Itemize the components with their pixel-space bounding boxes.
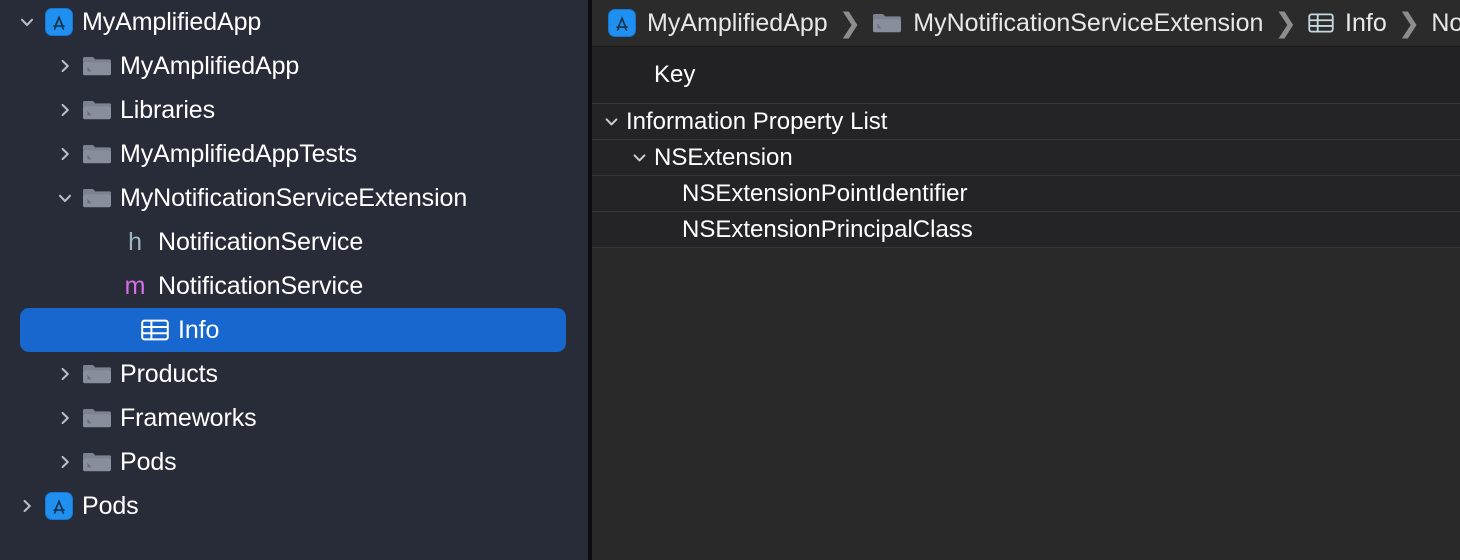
project-navigator-list[interactable]: MyAmplifiedApp MyAmplifiedApp Libraries MyA… bbox=[0, 0, 588, 528]
folder-icon bbox=[82, 54, 112, 78]
breadcrumb-item-label: Info bbox=[1345, 8, 1387, 37]
folder-icon bbox=[82, 142, 112, 166]
navigator-item-label: Info bbox=[178, 315, 220, 344]
breadcrumb-item-no-selectio[interactable]: No Selectio bbox=[1431, 9, 1460, 38]
navigator-item-notificationservice[interactable]: m NotificationService bbox=[0, 264, 588, 308]
folder-icon bbox=[872, 11, 902, 35]
app-store-icon bbox=[45, 8, 73, 36]
breadcrumb-item-label: No Selectio bbox=[1431, 8, 1460, 37]
navigator-item-myamplifiedapp[interactable]: MyAmplifiedApp bbox=[0, 0, 588, 44]
chevron-right-icon[interactable] bbox=[52, 365, 78, 383]
navigator-item-icon bbox=[78, 450, 116, 474]
plist-row[interactable]: Information Property ListDictionary bbox=[592, 104, 1460, 140]
navigator-item-icon bbox=[136, 318, 174, 342]
folder-icon bbox=[82, 98, 112, 122]
navigator-item-label: Frameworks bbox=[120, 403, 257, 432]
plist-key-cell[interactable]: NSExtension bbox=[654, 144, 793, 172]
navigator-item-label: MyAmplifiedApp bbox=[120, 51, 300, 80]
navigator-item-label: MyAmplifiedApp bbox=[82, 7, 262, 36]
chevron-right-icon[interactable] bbox=[52, 453, 78, 471]
navigator-item-mynotificationserviceextension[interactable]: MyNotificationServiceExtension bbox=[0, 176, 588, 220]
navigator-item-pods[interactable]: Pods bbox=[0, 440, 588, 484]
editor-pane: MyAmplifiedApp ❯ MyNotificationServiceExte… bbox=[592, 0, 1460, 560]
folder-icon bbox=[82, 406, 112, 430]
navigator-item-label: NotificationService bbox=[158, 271, 364, 300]
breadcrumb-item-icon bbox=[608, 9, 636, 37]
navigator-item-icon bbox=[40, 8, 78, 36]
navigator-item-info[interactable]: Info bbox=[20, 308, 566, 352]
navigator-item-icon: m bbox=[116, 272, 154, 301]
plist-row[interactable]: NSExtensionPointIdentifierString bbox=[592, 176, 1460, 212]
chevron-right-icon[interactable] bbox=[52, 57, 78, 75]
chevron-right-icon[interactable] bbox=[52, 145, 78, 163]
breadcrumb-separator-icon: ❯ bbox=[838, 7, 862, 38]
breadcrumb-item-label: MyNotificationServiceExtension bbox=[913, 8, 1264, 37]
navigator-item-label: Libraries bbox=[120, 95, 215, 124]
folder-icon bbox=[82, 362, 112, 386]
navigator-item-label: Products bbox=[120, 359, 218, 388]
plist-table-header: Key Type bbox=[592, 47, 1460, 104]
chevron-down-icon[interactable] bbox=[600, 104, 622, 139]
chevron-down-icon[interactable] bbox=[628, 140, 650, 175]
navigator-item-notificationservice[interactable]: h NotificationService bbox=[0, 220, 588, 264]
navigator-item-icon bbox=[78, 186, 116, 210]
column-header-key[interactable]: Key bbox=[654, 61, 695, 89]
header-file-icon: h bbox=[128, 227, 142, 256]
chevron-down-icon[interactable] bbox=[52, 189, 78, 207]
plist-icon bbox=[141, 318, 169, 342]
app-store-icon bbox=[45, 492, 73, 520]
app-store-icon bbox=[608, 9, 636, 37]
navigator-item-icon bbox=[78, 98, 116, 122]
chevron-right-icon[interactable] bbox=[52, 409, 78, 427]
plist-key-cell[interactable]: Information Property List bbox=[626, 108, 887, 136]
navigator-item-icon bbox=[78, 54, 116, 78]
breadcrumb-item-myamplifiedapp[interactable]: MyAmplifiedApp bbox=[608, 9, 828, 38]
chevron-right-icon[interactable] bbox=[52, 101, 78, 119]
navigator-item-icon bbox=[40, 492, 78, 520]
folder-icon bbox=[82, 186, 112, 210]
folder-icon bbox=[82, 450, 112, 474]
navigator-item-label: MyAmplifiedAppTests bbox=[120, 139, 358, 168]
breadcrumb-item-mynotificationserviceextension[interactable]: MyNotificationServiceExtension bbox=[872, 9, 1263, 38]
navigator-item-pods[interactable]: Pods bbox=[0, 484, 588, 528]
navigator-item-label: NotificationService bbox=[158, 227, 364, 256]
navigator-item-icon bbox=[78, 362, 116, 386]
breadcrumb-item-icon bbox=[872, 11, 902, 35]
project-navigator[interactable]: MyAmplifiedApp MyAmplifiedApp Libraries MyA… bbox=[0, 0, 588, 560]
breadcrumb-item-label: MyAmplifiedApp bbox=[647, 8, 828, 37]
plist-row[interactable]: NSExtensionPrincipalClassString bbox=[592, 212, 1460, 248]
chevron-down-icon[interactable] bbox=[14, 13, 40, 31]
plist-key-cell[interactable]: NSExtensionPointIdentifier bbox=[682, 180, 968, 208]
navigator-item-myamplifiedapptests[interactable]: MyAmplifiedAppTests bbox=[0, 132, 588, 176]
breadcrumb-separator-icon: ❯ bbox=[1397, 7, 1421, 38]
navigator-item-label: MyNotificationServiceExtension bbox=[120, 183, 468, 212]
navigator-item-icon bbox=[78, 142, 116, 166]
plist-row[interactable]: NSExtensionDictionary bbox=[592, 140, 1460, 176]
jump-bar-breadcrumb[interactable]: MyAmplifiedApp ❯ MyNotificationServiceExte… bbox=[592, 0, 1460, 47]
navigator-item-libraries[interactable]: Libraries bbox=[0, 88, 588, 132]
breadcrumb-separator-icon: ❯ bbox=[1274, 7, 1298, 38]
objc-file-icon: m bbox=[124, 271, 146, 300]
plist-table-body[interactable]: Information Property ListDictionaryNSExt… bbox=[592, 104, 1460, 248]
navigator-item-icon: h bbox=[116, 228, 154, 257]
navigator-item-label: Pods bbox=[120, 447, 177, 476]
xcode-window: MyAmplifiedApp MyAmplifiedApp Libraries MyA… bbox=[0, 0, 1460, 560]
breadcrumb-item-icon bbox=[1308, 12, 1334, 34]
breadcrumb-item-info[interactable]: Info bbox=[1308, 9, 1387, 38]
navigator-item-frameworks[interactable]: Frameworks bbox=[0, 396, 588, 440]
navigator-item-label: Pods bbox=[82, 491, 139, 520]
chevron-right-icon[interactable] bbox=[14, 497, 40, 515]
plist-icon bbox=[1308, 12, 1334, 34]
plist-key-cell[interactable]: NSExtensionPrincipalClass bbox=[682, 216, 973, 244]
navigator-item-products[interactable]: Products bbox=[0, 352, 588, 396]
navigator-item-icon bbox=[78, 406, 116, 430]
navigator-item-myamplifiedapp[interactable]: MyAmplifiedApp bbox=[0, 44, 588, 88]
